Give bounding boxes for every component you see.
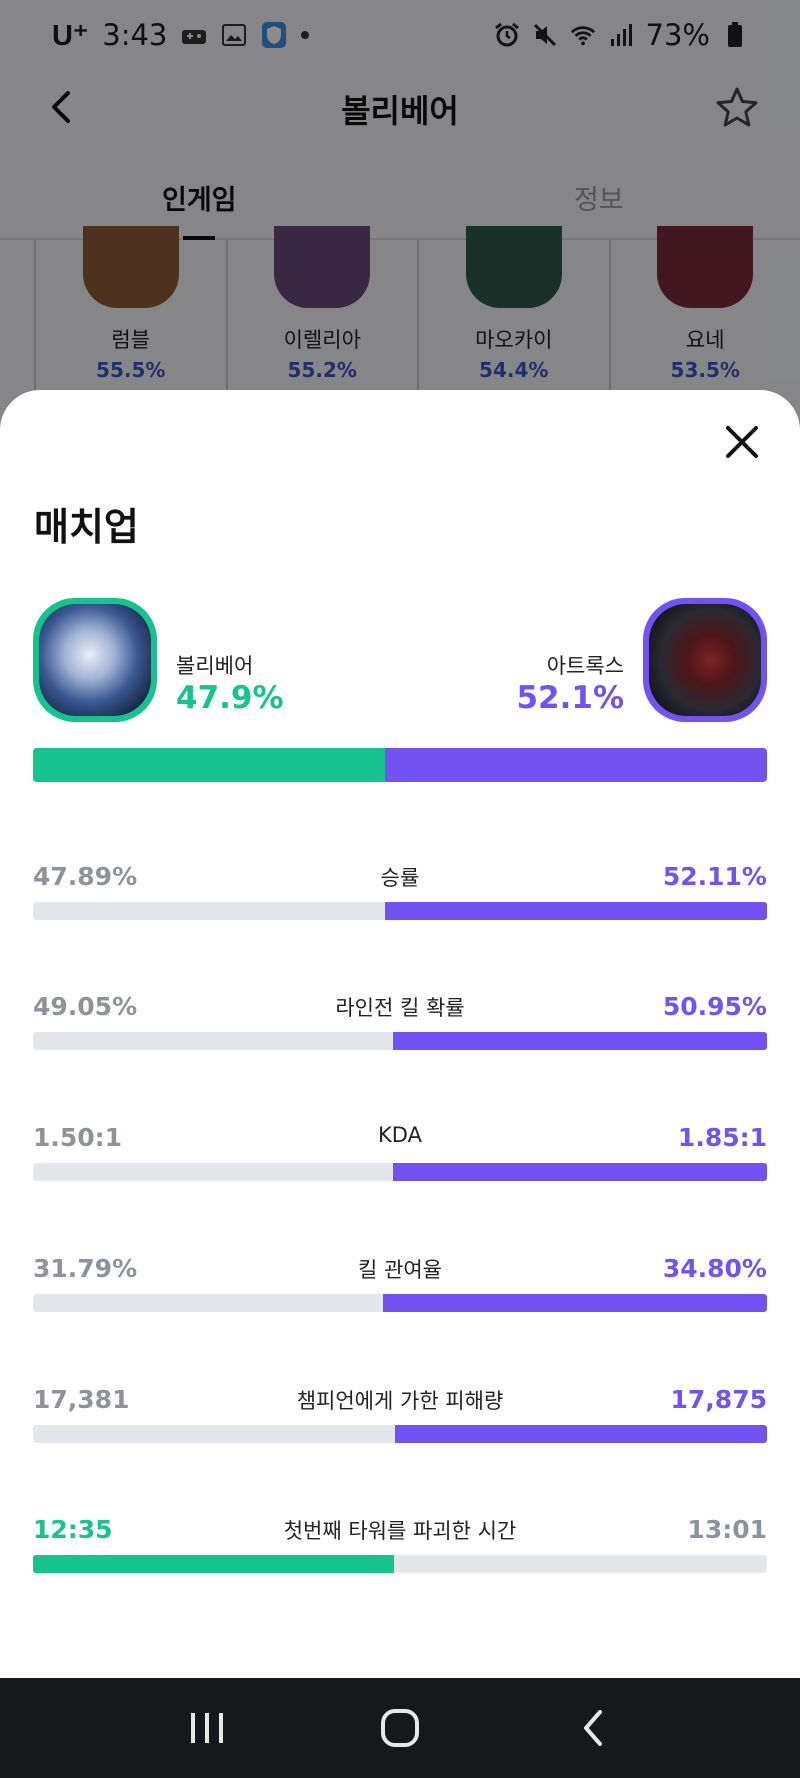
stat-bar: [33, 1425, 767, 1443]
stat-bar: [33, 1294, 767, 1312]
nav-back-icon: [584, 1710, 603, 1746]
stat-row-damage-to-champions: 17,381 챔피언에게 가한 피해량 17,875: [33, 1385, 767, 1469]
sheet-title: 매치업: [34, 505, 139, 549]
win-rate-comparison-bar: [33, 748, 767, 782]
stat-bar: [33, 902, 767, 920]
stat-row-kda: 1.50:1 KDA 1.85:1: [33, 1123, 767, 1207]
stat-right-value: 13:01: [687, 1515, 767, 1544]
stat-label: 챔피언에게 가한 피해량: [296, 1389, 504, 1413]
stat-bar: [33, 1555, 767, 1573]
stat-label: KDA: [378, 1123, 422, 1147]
left-win-share-fill: [33, 748, 385, 782]
stat-row-kill-participation: 31.79% 킬 관여율 34.80%: [33, 1254, 767, 1338]
stat-bar: [33, 1163, 767, 1181]
nav-back-button[interactable]: [563, 1698, 623, 1758]
matchup-bottom-sheet: 매치업 볼리베어 47.9% 아트록스 52.1% 47.89% 승률 52.1…: [0, 390, 800, 1678]
right-champion-avatar: [643, 598, 767, 722]
left-champion-name: 볼리베어: [176, 654, 254, 678]
aatrox-portrait: [649, 604, 761, 716]
right-champion-name: 아트록스: [546, 654, 624, 678]
matchup-header: 볼리베어 47.9% 아트록스 52.1%: [33, 598, 767, 724]
recent-apps-icon: [190, 1713, 223, 1743]
stat-bar-fill: [394, 1425, 767, 1443]
stat-label: 첫번째 타워를 파괴한 시간: [283, 1519, 517, 1543]
stat-bar-fill: [393, 1163, 767, 1181]
stat-bar-fill: [393, 1032, 767, 1050]
recent-apps-button[interactable]: [177, 1698, 237, 1758]
stat-right-value: 34.80%: [662, 1254, 767, 1283]
stat-bar-fill: [384, 902, 767, 920]
right-champion-win-rate: 52.1%: [516, 680, 624, 716]
volibear-portrait: [39, 604, 151, 716]
stat-label: 킬 관여율: [358, 1258, 442, 1282]
close-icon: [726, 426, 758, 458]
stat-label: 승률: [380, 866, 420, 890]
left-champion-win-rate: 47.9%: [176, 680, 284, 716]
stat-bar-fill: [383, 1294, 767, 1312]
stat-label: 라인전 킬 확률: [335, 996, 465, 1020]
left-champion-avatar: [33, 598, 157, 722]
close-button[interactable]: [718, 418, 766, 466]
system-nav-bar: [0, 1678, 800, 1778]
stat-right-value: 17,875: [670, 1385, 767, 1414]
stat-right-value: 1.85:1: [677, 1123, 767, 1152]
stat-row-win-rate: 47.89% 승률 52.11%: [33, 862, 767, 946]
stat-right-value: 52.11%: [662, 862, 767, 891]
stat-bar-fill: [33, 1555, 394, 1573]
stat-row-lane-kill-rate: 49.05% 라인전 킬 확률 50.95%: [33, 992, 767, 1076]
stat-bar: [33, 1032, 767, 1050]
stat-right-value: 50.95%: [662, 992, 767, 1021]
stat-row-first-tower-time: 12:35 첫번째 타워를 파괴한 시간 13:01: [33, 1515, 767, 1599]
home-button[interactable]: [370, 1698, 430, 1758]
home-icon: [380, 1709, 419, 1747]
